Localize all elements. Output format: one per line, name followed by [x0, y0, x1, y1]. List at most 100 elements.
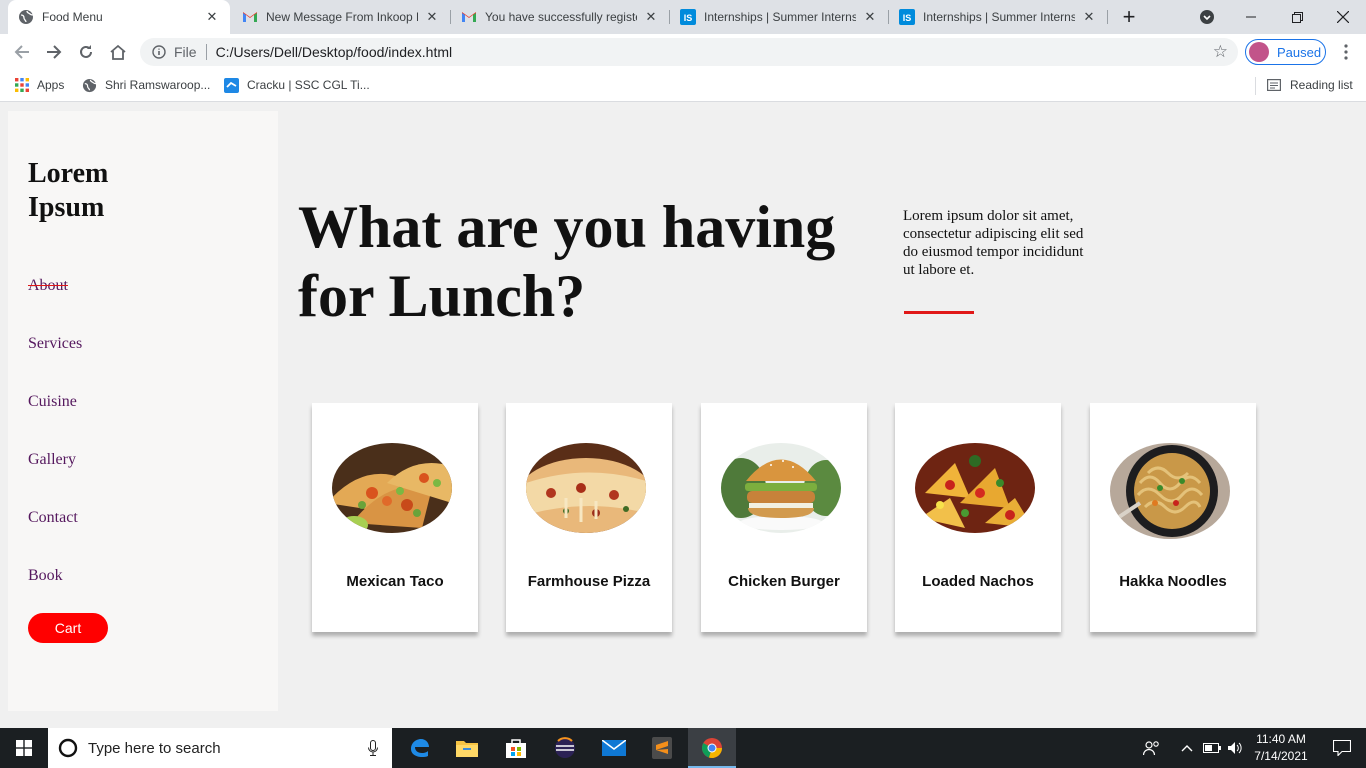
restore-icon[interactable] — [1274, 0, 1320, 34]
internshala-icon: IS — [899, 9, 915, 25]
card-title: Hakka Noodles — [1119, 573, 1227, 590]
microphone-icon[interactable] — [368, 740, 378, 756]
close-tab-icon[interactable]: ✕ — [862, 9, 878, 25]
reading-list-label: Reading list — [1290, 78, 1353, 92]
bookmarks-bar: Apps Shri Ramswaroop... Cracku | SSC CGL… — [0, 70, 1366, 102]
minimize-icon[interactable] — [1228, 0, 1274, 34]
browser-toolbar: File C:/Users/Dell/Desktop/food/index.ht… — [0, 34, 1366, 70]
nav-link-cuisine[interactable]: Cuisine — [28, 393, 77, 411]
food-card-mexican-taco[interactable]: Mexican Taco — [312, 403, 478, 632]
tab-inkoop-message[interactable]: New Message From Inkoop F ✕ — [232, 0, 450, 34]
edge-browser-icon[interactable] — [395, 728, 443, 768]
reading-list-icon — [1267, 79, 1281, 91]
site-logo: Lorem Ipsum — [28, 158, 109, 223]
profile-button[interactable]: Paused — [1245, 39, 1326, 65]
system-clock[interactable]: 11:40 AM 7/14/2021 — [1246, 731, 1316, 765]
nav-link-book[interactable]: Book — [28, 567, 63, 585]
address-bar[interactable]: File C:/Users/Dell/Desktop/food/index.ht… — [140, 38, 1238, 66]
avatar — [1249, 42, 1269, 62]
address-url: C:/Users/Dell/Desktop/food/index.html — [215, 44, 453, 60]
bookmark-cracku[interactable]: Cracku | SSC CGL Ti... — [224, 70, 370, 100]
card-title: Mexican Taco — [346, 573, 444, 590]
nav-link-gallery[interactable]: Gallery — [28, 451, 76, 469]
back-arrow-icon[interactable] — [8, 38, 36, 66]
tab-food-menu[interactable]: Food Menu ✕ — [8, 0, 230, 34]
page-headline: What are you having for Lunch? — [298, 194, 836, 329]
card-title: Farmhouse Pizza — [527, 573, 651, 590]
reload-icon[interactable] — [72, 38, 100, 66]
chevron-up-icon[interactable] — [1176, 728, 1198, 768]
menu-dots-icon[interactable] — [1332, 38, 1360, 66]
home-icon[interactable] — [104, 38, 132, 66]
food-card-farmhouse-pizza[interactable]: Farmhouse Pizza — [506, 403, 672, 632]
mail-icon[interactable] — [590, 728, 638, 768]
nav-link-services[interactable]: Services — [28, 335, 82, 353]
notifications-icon[interactable] — [1318, 728, 1366, 768]
bookmark-label: Cracku | SSC CGL Ti... — [247, 78, 370, 92]
nav-link-contact[interactable]: Contact — [28, 509, 78, 527]
taskbar-search-placeholder: Type here to search — [88, 739, 221, 757]
close-tab-icon[interactable]: ✕ — [1081, 9, 1097, 25]
windows-taskbar: Type here to search 11:40 AM 7/14/2021 — [0, 728, 1366, 768]
clock-time: 11:40 AM — [1256, 732, 1306, 746]
web-page: Lorem Ipsum About Services Cuisine Galle… — [0, 103, 1366, 728]
nav-link-about[interactable]: About — [28, 277, 68, 295]
reading-list-button[interactable]: Reading list — [1267, 70, 1353, 100]
close-tab-icon[interactable]: ✕ — [643, 9, 659, 25]
svg-text:IS: IS — [903, 13, 912, 23]
cracku-icon — [224, 77, 239, 93]
tab-title: You have successfully registe — [485, 10, 637, 24]
bookmark-shri-ramswaroop[interactable]: Shri Ramswaroop... — [82, 70, 210, 100]
cart-button[interactable]: Cart — [28, 613, 108, 643]
profile-status: Paused — [1277, 44, 1322, 60]
clock-date: 7/14/2021 — [1254, 749, 1308, 763]
chrome-icon[interactable] — [688, 728, 736, 768]
bookmark-label: Shri Ramswaroop... — [105, 78, 211, 92]
file-explorer-icon[interactable] — [443, 728, 491, 768]
burger-photo — [721, 443, 841, 533]
svg-text:IS: IS — [684, 13, 693, 23]
gmail-icon — [242, 9, 258, 25]
card-title: Loaded Nachos — [922, 573, 1034, 590]
sidebar: Lorem Ipsum About Services Cuisine Galle… — [8, 111, 278, 711]
pizza-photo — [526, 443, 646, 533]
close-tab-icon[interactable]: ✕ — [204, 9, 220, 25]
food-card-loaded-nachos[interactable]: Loaded Nachos — [895, 403, 1061, 632]
info-icon[interactable] — [152, 45, 166, 59]
accent-divider — [904, 311, 974, 314]
noodles-photo — [1110, 443, 1230, 539]
store-icon[interactable] — [492, 728, 540, 768]
tab-search-icon[interactable] — [1184, 0, 1230, 34]
food-card-chicken-burger[interactable]: Chicken Burger — [701, 403, 867, 632]
close-window-icon[interactable] — [1320, 0, 1366, 34]
tab-registered[interactable]: You have successfully registe ✕ — [451, 0, 669, 34]
tab-title: Food Menu — [42, 10, 103, 24]
bookmark-star-icon[interactable]: ☆ — [1213, 42, 1228, 62]
bookmark-label: Apps — [37, 78, 65, 92]
gmail-icon — [461, 9, 477, 25]
intro-text: Lorem ipsum dolor sit amet, consectetur … — [903, 208, 1084, 278]
tab-title: Internships | Summer Interns — [923, 10, 1075, 24]
food-card-hakka-noodles[interactable]: Hakka Noodles — [1090, 403, 1256, 632]
tab-title: New Message From Inkoop F — [266, 10, 418, 24]
taskbar-search-box[interactable]: Type here to search — [48, 728, 392, 768]
address-scheme: File — [174, 44, 197, 60]
volume-icon[interactable] — [1224, 728, 1246, 768]
card-title: Chicken Burger — [728, 573, 840, 590]
windows-start-icon[interactable] — [0, 728, 48, 768]
cortana-circle-icon — [58, 738, 78, 758]
bookmark-apps[interactable]: Apps — [15, 70, 64, 100]
forward-arrow-icon[interactable] — [40, 38, 68, 66]
tab-title: Internships | Summer Interns — [704, 10, 856, 24]
internshala-icon: IS — [680, 9, 696, 25]
new-tab-button[interactable]: + — [1106, 0, 1152, 34]
eclipse-icon[interactable] — [541, 728, 589, 768]
taco-photo — [332, 443, 452, 533]
tab-internships-2[interactable]: IS Internships | Summer Interns ✕ — [889, 0, 1107, 34]
browser-tab-bar: Food Menu ✕ New Message From Inkoop F ✕ … — [0, 0, 1366, 34]
close-tab-icon[interactable]: ✕ — [424, 9, 440, 25]
people-icon[interactable] — [1130, 728, 1174, 768]
tab-internships-1[interactable]: IS Internships | Summer Interns ✕ — [670, 0, 888, 34]
sublime-text-icon[interactable] — [638, 728, 686, 768]
battery-icon[interactable] — [1200, 728, 1224, 768]
